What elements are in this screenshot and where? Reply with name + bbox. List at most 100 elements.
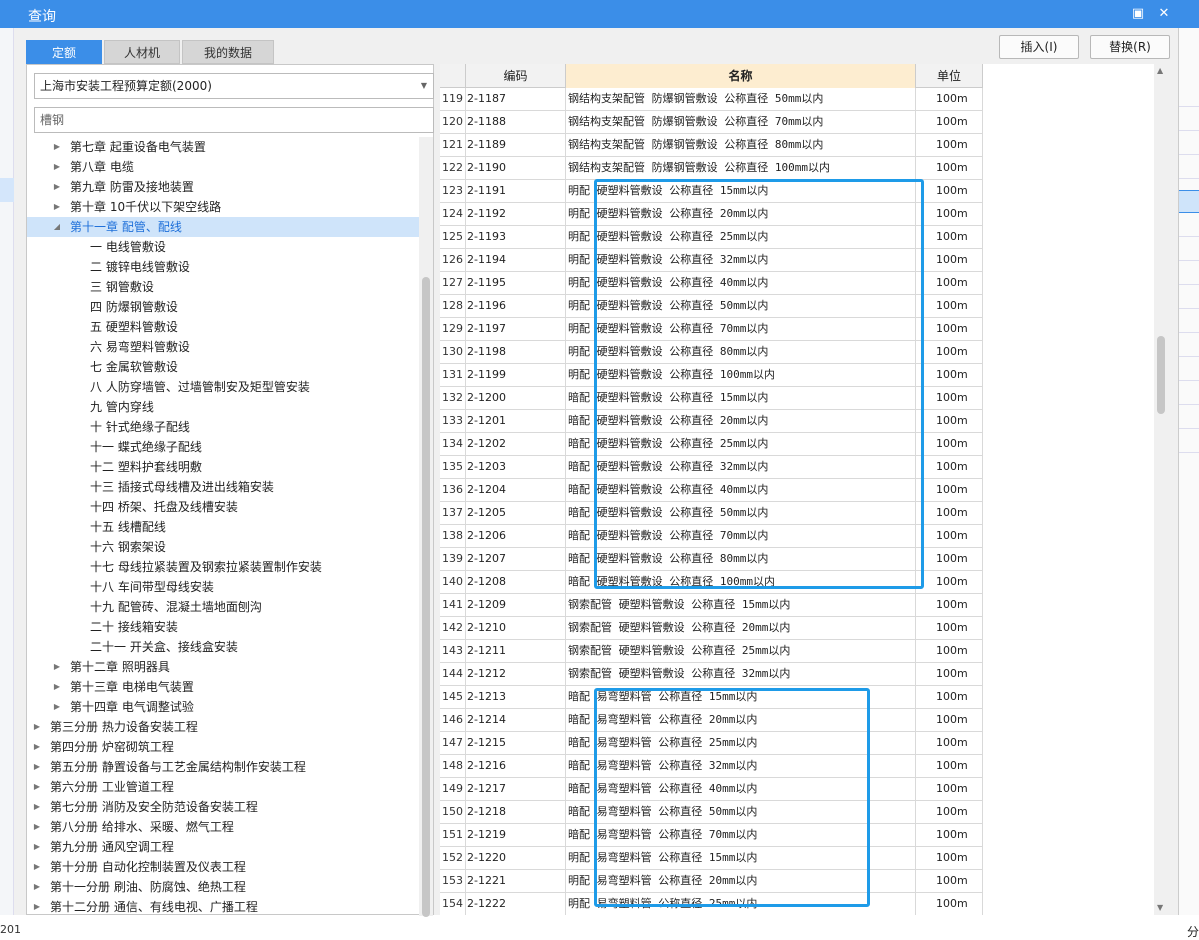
collapsed-arrow-icon[interactable]: ▶ (51, 677, 63, 697)
close-icon[interactable]: ✕ (1154, 4, 1174, 24)
tree-node[interactable]: ▶ 第十三章 电梯电气装置 (27, 677, 419, 697)
tree-node[interactable]: 十九 配管砖、混凝土墙地面刨沟 (27, 597, 419, 617)
replace-button[interactable]: 替换(R) (1090, 35, 1170, 59)
tab-my-data[interactable]: 我的数据 (182, 40, 274, 64)
table-row[interactable]: 130 2-1198 明配 硬塑料管敷设 公称直径 80mm以内 100m (440, 341, 983, 364)
tree-node[interactable]: ▶ 第十分册 自动化控制装置及仪表工程 (27, 857, 419, 877)
tree-node[interactable]: 十 针式绝缘子配线 (27, 417, 419, 437)
table-row[interactable]: 152 2-1220 明配 易弯塑料管 公称直径 15mm以内 100m (440, 847, 983, 870)
table-row[interactable]: 149 2-1217 暗配 易弯塑料管 公称直径 40mm以内 100m (440, 778, 983, 801)
table-row[interactable]: 127 2-1195 明配 硬塑料管敷设 公称直径 40mm以内 100m (440, 272, 983, 295)
tree-node[interactable]: 八 人防穿墙管、过墙管制安及矩型管安装 (27, 377, 419, 397)
collapsed-arrow-icon[interactable]: ▶ (31, 817, 43, 837)
tree-scrollbar-thumb[interactable] (422, 277, 430, 917)
grid-scrollbar-thumb[interactable] (1157, 336, 1165, 414)
table-row[interactable]: 137 2-1205 暗配 硬塑料管敷设 公称直径 50mm以内 100m (440, 502, 983, 525)
tree-node[interactable]: 十五 线槽配线 (27, 517, 419, 537)
collapsed-arrow-icon[interactable]: ▶ (31, 897, 43, 916)
scroll-down-icon[interactable]: ▼ (1157, 903, 1163, 912)
tree-node[interactable]: ▶ 第七分册 消防及安全防范设备安装工程 (27, 797, 419, 817)
tree-node[interactable]: 三 钢管敷设 (27, 277, 419, 297)
table-row[interactable]: 138 2-1206 暗配 硬塑料管敷设 公称直径 70mm以内 100m (440, 525, 983, 548)
tree-node[interactable]: 十三 插接式母线槽及进出线箱安装 (27, 477, 419, 497)
tree-node[interactable]: 九 管内穿线 (27, 397, 419, 417)
collapsed-arrow-icon[interactable]: ▶ (31, 797, 43, 817)
table-row[interactable]: 147 2-1215 暗配 易弯塑料管 公称直径 25mm以内 100m (440, 732, 983, 755)
table-row[interactable]: 154 2-1222 明配 易弯塑料管 公称直径 25mm以内 100m (440, 893, 983, 915)
table-row[interactable]: 142 2-1210 钢索配管 硬塑料管敷设 公称直径 20mm以内 100m (440, 617, 983, 640)
table-row[interactable]: 122 2-1190 钢结构支架配管 防爆钢管敷设 公称直径 100mm以内 100m (440, 157, 983, 180)
tree-node[interactable]: ▶ 第十一分册 刷油、防腐蚀、绝热工程 (27, 877, 419, 897)
collapsed-arrow-icon[interactable]: ▶ (51, 177, 63, 197)
tree-node[interactable]: ▶ 第十章 10千伏以下架空线路 (27, 197, 419, 217)
tree-node[interactable]: ◢ 第十一章 配管、配线 (27, 217, 419, 237)
table-row[interactable]: 132 2-1200 暗配 硬塑料管敷设 公称直径 15mm以内 100m (440, 387, 983, 410)
tree-node[interactable]: 五 硬塑料管敷设 (27, 317, 419, 337)
table-row[interactable]: 136 2-1204 暗配 硬塑料管敷设 公称直径 40mm以内 100m (440, 479, 983, 502)
tab-labor-material-machine[interactable]: 人材机 (104, 40, 180, 64)
column-header-code[interactable]: 编码 (466, 64, 566, 88)
tab-quota[interactable]: 定额 (26, 40, 102, 64)
tree-node[interactable]: ▶ 第八分册 给排水、采暖、燃气工程 (27, 817, 419, 837)
table-row[interactable]: 129 2-1197 明配 硬塑料管敷设 公称直径 70mm以内 100m (440, 318, 983, 341)
table-row[interactable]: 135 2-1203 暗配 硬塑料管敷设 公称直径 32mm以内 100m (440, 456, 983, 479)
table-row[interactable]: 141 2-1209 钢索配管 硬塑料管敷设 公称直径 15mm以内 100m (440, 594, 983, 617)
collapsed-arrow-icon[interactable]: ▶ (51, 157, 63, 177)
table-row[interactable]: 150 2-1218 暗配 易弯塑料管 公称直径 50mm以内 100m (440, 801, 983, 824)
table-row[interactable]: 145 2-1213 暗配 易弯塑料管 公称直径 15mm以内 100m (440, 686, 983, 709)
tree-node[interactable]: 十六 钢索架设 (27, 537, 419, 557)
tree-node[interactable]: 一 电线管敷设 (27, 237, 419, 257)
table-row[interactable]: 126 2-1194 明配 硬塑料管敷设 公称直径 32mm以内 100m (440, 249, 983, 272)
chevron-down-icon[interactable]: ▼ (421, 74, 427, 98)
collapsed-arrow-icon[interactable]: ▶ (51, 697, 63, 717)
table-row[interactable]: 143 2-1211 钢索配管 硬塑料管敷设 公称直径 25mm以内 100m (440, 640, 983, 663)
tree-node[interactable]: ▶ 第六分册 工业管道工程 (27, 777, 419, 797)
collapsed-arrow-icon[interactable]: ▶ (31, 757, 43, 777)
table-row[interactable]: 128 2-1196 明配 硬塑料管敷设 公称直径 50mm以内 100m (440, 295, 983, 318)
collapsed-arrow-icon[interactable]: ▶ (31, 877, 43, 897)
tree-node[interactable]: 二十一 开关盒、接线盒安装 (27, 637, 419, 657)
tree-scrollbar[interactable] (419, 137, 433, 917)
tree-node[interactable]: ▶ 第三分册 热力设备安装工程 (27, 717, 419, 737)
collapsed-arrow-icon[interactable]: ▶ (31, 777, 43, 797)
table-row[interactable]: 133 2-1201 暗配 硬塑料管敷设 公称直径 20mm以内 100m (440, 410, 983, 433)
table-row[interactable]: 151 2-1219 暗配 易弯塑料管 公称直径 70mm以内 100m (440, 824, 983, 847)
tree-node[interactable]: ▶ 第五分册 静置设备与工艺金属结构制作安装工程 (27, 757, 419, 777)
tree-node[interactable]: ▶ 第八章 电缆 (27, 157, 419, 177)
tree-node[interactable]: ▶ 第十二章 照明器具 (27, 657, 419, 677)
tree-node[interactable]: 二 镀锌电线管敷设 (27, 257, 419, 277)
collapsed-arrow-icon[interactable]: ▶ (31, 717, 43, 737)
tree-node[interactable]: 四 防爆钢管敷设 (27, 297, 419, 317)
restore-icon[interactable]: ▣ (1128, 4, 1148, 24)
collapsed-arrow-icon[interactable]: ▶ (51, 657, 63, 677)
quota-library-select[interactable]: 上海市安装工程预算定额(2000) ▼ (34, 73, 434, 99)
table-row[interactable]: 121 2-1189 钢结构支架配管 防爆钢管敷设 公称直径 80mm以内 100m (440, 134, 983, 157)
tree-node[interactable]: ▶ 第九章 防雷及接地装置 (27, 177, 419, 197)
table-row[interactable]: 153 2-1221 明配 易弯塑料管 公称直径 20mm以内 100m (440, 870, 983, 893)
table-row[interactable]: 144 2-1212 钢索配管 硬塑料管敷设 公称直径 32mm以内 100m (440, 663, 983, 686)
table-row[interactable]: 131 2-1199 明配 硬塑料管敷设 公称直径 100mm以内 100m (440, 364, 983, 387)
search-input[interactable]: 槽钢 (34, 107, 434, 133)
scroll-up-icon[interactable]: ▲ (1157, 66, 1163, 75)
table-row[interactable]: 120 2-1188 钢结构支架配管 防爆钢管敷设 公称直径 70mm以内 100m (440, 111, 983, 134)
table-row[interactable]: 125 2-1193 明配 硬塑料管敷设 公称直径 25mm以内 100m (440, 226, 983, 249)
tree-node[interactable]: 十四 桥架、托盘及线槽安装 (27, 497, 419, 517)
collapsed-arrow-icon[interactable]: ▶ (31, 857, 43, 877)
tree-node[interactable]: 二十 接线箱安装 (27, 617, 419, 637)
grid-scrollbar[interactable]: ▲ ▼ (1154, 64, 1168, 915)
tree-node[interactable]: ▶ 第七章 起重设备电气装置 (27, 137, 419, 157)
column-header-name[interactable]: 名称 (566, 64, 916, 88)
table-row[interactable]: 146 2-1214 暗配 易弯塑料管 公称直径 20mm以内 100m (440, 709, 983, 732)
tree-node[interactable]: 十七 母线拉紧装置及钢索拉紧装置制作安装 (27, 557, 419, 577)
tree-node[interactable]: 六 易弯塑料管敷设 (27, 337, 419, 357)
tree-node[interactable]: 十一 蝶式绝缘子配线 (27, 437, 419, 457)
tree-node[interactable]: 十二 塑料护套线明敷 (27, 457, 419, 477)
column-header-unit[interactable]: 单位 (916, 64, 983, 88)
expanded-arrow-icon[interactable]: ◢ (51, 217, 63, 237)
tree-node[interactable]: 十八 车间带型母线安装 (27, 577, 419, 597)
table-row[interactable]: 148 2-1216 暗配 易弯塑料管 公称直径 32mm以内 100m (440, 755, 983, 778)
table-row[interactable]: 140 2-1208 暗配 硬塑料管敷设 公称直径 100mm以内 100m (440, 571, 983, 594)
table-row[interactable]: 139 2-1207 暗配 硬塑料管敷设 公称直径 80mm以内 100m (440, 548, 983, 571)
table-row[interactable]: 123 2-1191 明配 硬塑料管敷设 公称直径 15mm以内 100m (440, 180, 983, 203)
collapsed-arrow-icon[interactable]: ▶ (51, 197, 63, 217)
